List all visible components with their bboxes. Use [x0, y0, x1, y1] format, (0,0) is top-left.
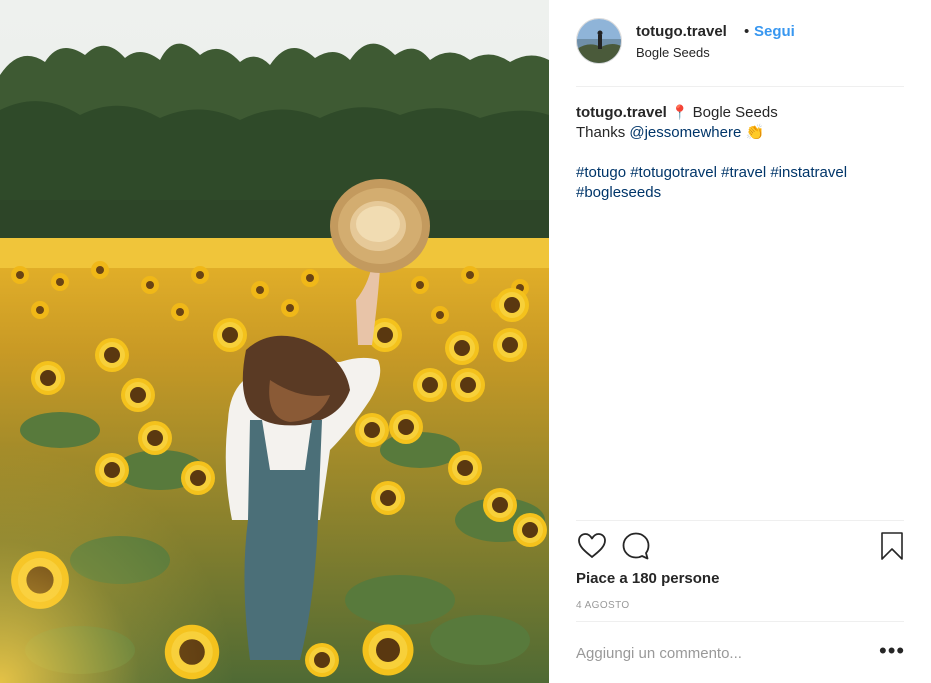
post-photo[interactable] [0, 0, 549, 683]
hashtag-link[interactable]: #instatravel [770, 164, 847, 181]
hashtag-link[interactable]: #totugotravel [630, 164, 717, 181]
divider [576, 86, 904, 87]
post-header: totugo.travel • Segui Bogle Seeds [576, 18, 904, 66]
divider [576, 621, 904, 622]
header-location[interactable]: Bogle Seeds [636, 45, 710, 60]
hashtag-link[interactable]: #bogleseeds [576, 184, 661, 201]
more-options-icon[interactable]: ••• [879, 638, 905, 664]
post-date[interactable]: 4 AGOSTO [576, 600, 630, 611]
heart-icon[interactable] [576, 530, 608, 562]
caption-line-1: totugo.travel 📍 Bogle Seeds [576, 102, 906, 123]
follow-button[interactable]: Segui [754, 23, 795, 40]
action-bar [576, 530, 908, 562]
clapping-hands-icon: 👏 [745, 124, 765, 141]
post-details-panel: totugo.travel • Segui Bogle Seeds totugo… [549, 0, 931, 683]
profile-avatar[interactable] [576, 18, 622, 64]
comment-input[interactable] [576, 642, 856, 664]
caption-thanks: Thanks [576, 124, 626, 141]
header-username[interactable]: totugo.travel [636, 23, 727, 40]
separator-dot: • [744, 23, 750, 40]
hashtag-link[interactable]: #travel [721, 164, 766, 181]
comment-icon[interactable] [620, 530, 652, 562]
caption-line-2: Thanks @jessomewhere 👏 [576, 123, 906, 143]
post-caption: totugo.travel 📍 Bogle Seeds Thanks @jess… [576, 102, 906, 203]
caption-location: Bogle Seeds [692, 104, 778, 121]
caption-username[interactable]: totugo.travel [576, 104, 667, 121]
pin-icon: 📍 [671, 104, 689, 120]
like-count[interactable]: Piace a 180 persone [576, 570, 719, 587]
mention-link[interactable]: @jessomewhere [629, 124, 741, 141]
hashtag-list: #totugo #totugotravel #travel #instatrav… [576, 163, 906, 203]
sunflower-field-image [0, 0, 549, 683]
instagram-post: totugo.travel • Segui Bogle Seeds totugo… [0, 0, 931, 683]
hashtag-link[interactable]: #totugo [576, 164, 626, 181]
bookmark-icon[interactable] [876, 530, 908, 562]
avatar-image [577, 19, 621, 63]
divider [576, 520, 904, 521]
